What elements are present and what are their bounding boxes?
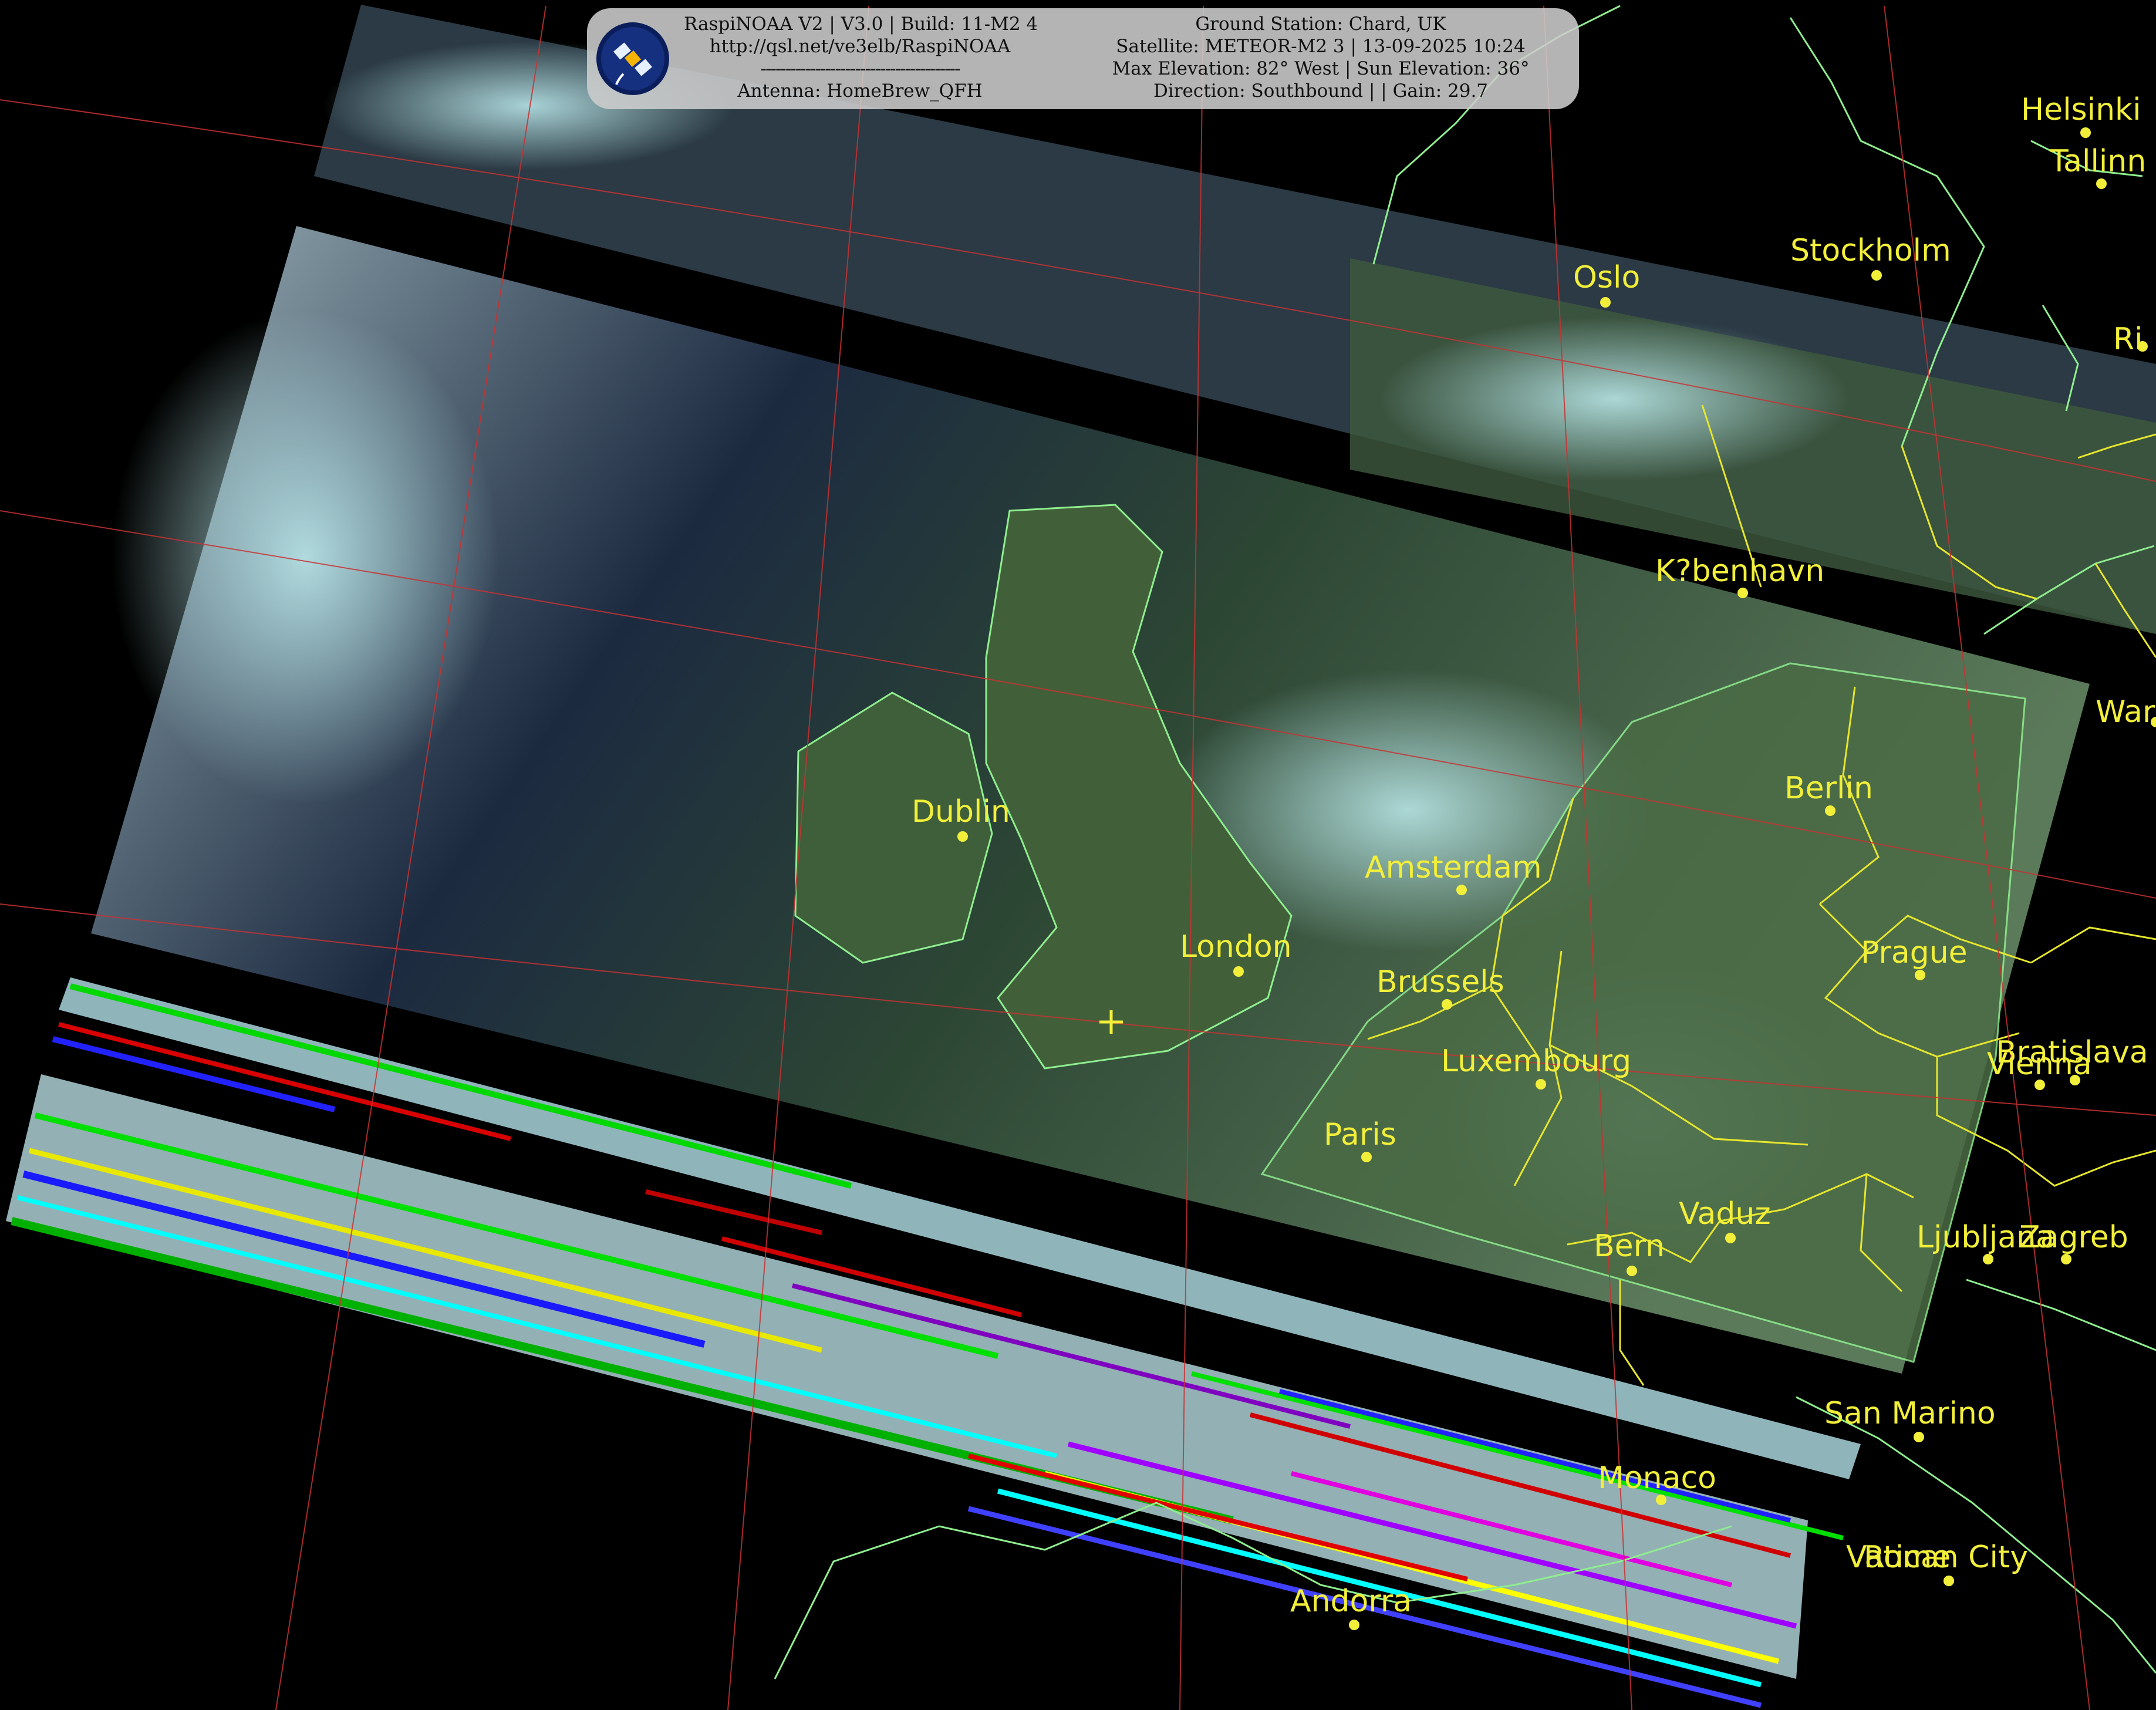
city-label-rome: Rome <box>1864 1540 1951 1575</box>
city-label-bern: Bern <box>1594 1229 1665 1264</box>
project-url: http://qsl.net/ve3elb/RaspiNOAA <box>709 36 1011 57</box>
city-label-helsinki: Helsinki <box>2021 92 2141 127</box>
city-dot-brussels <box>1442 999 1452 1010</box>
satellite-map: Helsinki Tallinn Stockholm Oslo Ri K?benhavn W… <box>0 5 2156 1710</box>
city-label-paris: Paris <box>1324 1117 1396 1152</box>
city-label-oslo: Oslo <box>1573 260 1640 295</box>
city-label-luxembourg: Luxembourg <box>1441 1044 1631 1079</box>
satellite-image-viewer: Helsinki Tallinn Stockholm Oslo Ri K?benhavn W… <box>0 0 2156 1710</box>
city-dot-stockholm <box>1871 270 1882 281</box>
city-dot-paris <box>1361 1152 1372 1162</box>
city-label-prague: Prague <box>1861 935 1968 970</box>
cloud-band <box>1379 317 1849 481</box>
city-dot-kobenhavn <box>1737 588 1748 598</box>
city-label-brussels: Brussels <box>1376 964 1504 1000</box>
software-version: RaspiNOAA V2 | V3.0 | Build: 11-M2 4 <box>684 14 1038 35</box>
info-overlay: RaspiNOAA V2 | V3.0 | Build: 11-M2 4 htt… <box>587 8 1579 109</box>
city-label-andorra: Andorra <box>1290 1584 1412 1619</box>
city-label-london: London <box>1180 929 1292 964</box>
antenna-info: Antenna: HomeBrew_QFH <box>737 80 983 102</box>
divider-line: ---------------------------------------- <box>760 58 961 79</box>
elevation-info: Max Elevation: 82° West | Sun Elevation:… <box>1112 58 1530 79</box>
city-label-tallinn: Tallinn <box>2049 144 2146 179</box>
city-dot-zagreb <box>2061 1254 2071 1264</box>
cloud-band <box>112 311 499 804</box>
city-label-stockholm: Stockholm <box>1790 233 1951 268</box>
city-dot-oslo <box>1600 297 1611 308</box>
city-dot-prague <box>1915 970 1925 980</box>
city-label-kobenhavn: K?benhavn <box>1655 554 1824 589</box>
city-label-vienna: Vienna <box>1987 1047 2092 1082</box>
city-label-dublin: Dublin <box>912 794 1010 829</box>
city-label-warsaw: War <box>2096 694 2155 730</box>
city-dot-dublin <box>957 831 968 842</box>
city-dot-amsterdam <box>1456 885 1467 895</box>
city-dot-helsinki <box>2080 127 2091 138</box>
city-label-berlin: Berlin <box>1784 771 1873 806</box>
city-dot-luxembourg <box>1536 1079 1546 1090</box>
city-dot-berlin <box>1825 805 1836 816</box>
city-dot-monaco <box>1656 1495 1666 1505</box>
city-dot-sanmarino <box>1914 1432 1924 1442</box>
ground-station-info: Ground Station: Chard, UK <box>1195 14 1446 35</box>
city-dot-london <box>1233 966 1244 977</box>
overlay-left-column: RaspiNOAA V2 | V3.0 | Build: 11-M2 4 htt… <box>684 13 1038 102</box>
city-label-monaco: Monaco <box>1598 1461 1716 1496</box>
city-dot-rome <box>1944 1576 1954 1586</box>
city-label-zagreb: Zagreb <box>2019 1220 2128 1255</box>
city-label-amsterdam: Amsterdam <box>1365 850 1542 885</box>
satellite-logo-icon <box>596 22 669 95</box>
direction-info: Direction: Southbound | | Gain: 29.7 <box>1153 80 1489 102</box>
city-dot-ljubljana <box>1983 1254 1993 1264</box>
city-label-riga: Ri <box>2113 322 2143 357</box>
overlay-right-column: Ground Station: Chard, UK Satellite: MET… <box>1074 13 1567 102</box>
satellite-info: Satellite: METEOR-M2 3 | 13-09-2025 10:2… <box>1116 36 1526 57</box>
city-label-sanmarino: San Marino <box>1824 1396 1996 1431</box>
city-label-vaduz: Vaduz <box>1679 1196 1771 1232</box>
city-dot-tallinn <box>2096 178 2107 189</box>
city-dot-bern <box>1627 1266 1637 1276</box>
city-dot-andorra <box>1349 1620 1359 1630</box>
city-dot-vaduz <box>1725 1233 1736 1243</box>
